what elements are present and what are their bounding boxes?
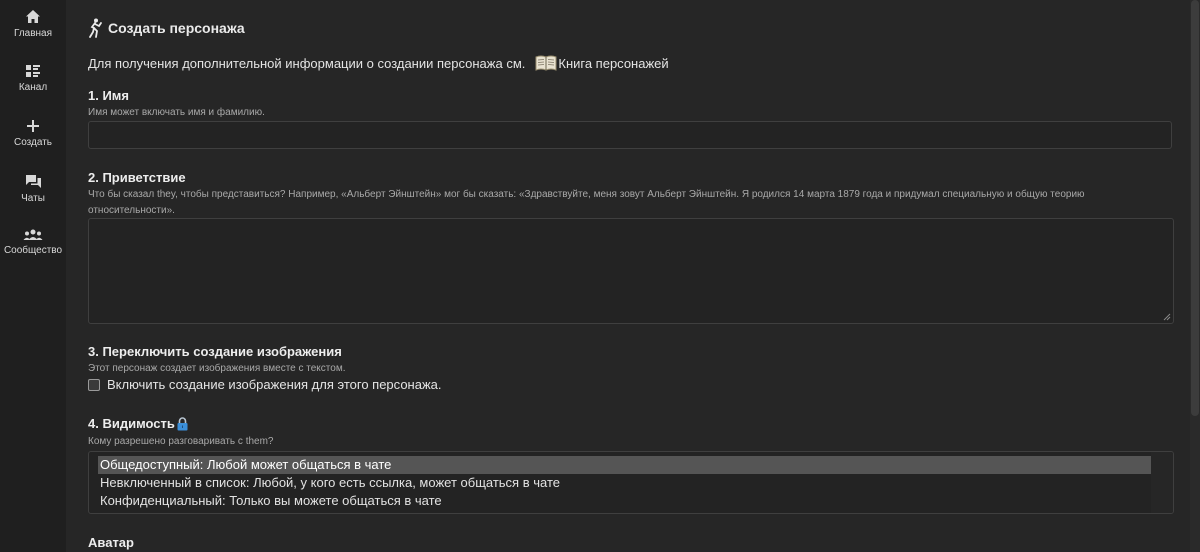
character-book-link[interactable]: Книга персонажей: [535, 55, 669, 71]
sidebar-item-home[interactable]: Главная: [0, 9, 66, 39]
page-title-text: Создать персонажа: [108, 20, 245, 36]
greeting-hint-line2: относительности».: [88, 205, 175, 216]
info-text: Для получения дополнительной информации …: [88, 55, 526, 71]
listbox-scrollbar[interactable]: [1151, 452, 1173, 513]
sidebar-item-label: Канал: [18, 82, 48, 93]
home-icon: [26, 10, 40, 23]
book-link-label: Книга персонажей: [558, 55, 669, 71]
visibility-option-public[interactable]: Общедоступный: Любой может общаться в ча…: [98, 456, 1151, 474]
visibility-option-private[interactable]: Конфиденциальный: Только вы можете общат…: [98, 492, 1151, 510]
name-hint: Имя может включать имя и фамилию.: [88, 107, 265, 118]
image-gen-checkbox-label: Включить создание изображения для этого …: [107, 377, 442, 392]
image-gen-hint: Этот персонаж создает изображения вместе…: [88, 363, 346, 374]
dancer-icon: [89, 18, 102, 38]
page-scroll-thumb[interactable]: [1191, 0, 1199, 416]
sidebar-item-label: Главная: [13, 28, 53, 39]
sidebar-item-community[interactable]: Сообщество: [0, 229, 66, 256]
sidebar-item-chats[interactable]: Чаты: [0, 174, 66, 204]
lock-icon: [177, 416, 188, 430]
community-icon: [23, 229, 43, 240]
page-scrollbar[interactable]: [1190, 0, 1200, 552]
info-line: Для получения дополнительной информации …: [88, 55, 669, 71]
visibility-title-text: 4. Видимость: [88, 416, 175, 431]
visibility-listbox[interactable]: Общедоступный: Любой может общаться в ча…: [88, 451, 1174, 514]
feed-icon: [26, 65, 40, 77]
create-character-form: Создать персонажа Для получения дополнит…: [88, 0, 1174, 552]
sidebar-item-label: Чаты: [21, 193, 45, 204]
sidebar-item-feed[interactable]: Канал: [0, 64, 66, 93]
avatar-section-title: Аватар: [88, 535, 134, 550]
image-gen-section-title: 3. Переключить создание изображения: [88, 344, 342, 359]
sidebar-item-create[interactable]: Создать: [0, 119, 66, 148]
image-gen-checkbox[interactable]: [88, 378, 100, 391]
visibility-hint: Кому разрешено разговаривать с them?: [88, 436, 274, 447]
page-title: Создать персонажа: [88, 17, 245, 39]
book-icon: [535, 55, 557, 71]
greeting-textarea[interactable]: [88, 218, 1174, 324]
plus-icon: [27, 120, 39, 132]
sidebar: Главная Канал Создать Чаты Сообщество: [0, 0, 66, 552]
greeting-hint-line1: Что бы сказал they, чтобы представиться?…: [88, 189, 1085, 200]
name-input[interactable]: [88, 121, 1172, 149]
resize-grip-icon[interactable]: [1163, 313, 1171, 321]
visibility-section-title: 4. Видимость: [88, 416, 189, 431]
greeting-section-title: 2. Приветствие: [88, 170, 186, 185]
sidebar-item-label: Создать: [13, 137, 52, 148]
sidebar-item-label: Сообщество: [3, 245, 63, 256]
chat-icon: [25, 175, 41, 188]
name-section-title: 1. Имя: [88, 88, 129, 103]
image-gen-checkbox-row[interactable]: Включить создание изображения для этого …: [88, 377, 442, 392]
visibility-option-unlisted[interactable]: Невключенный в список: Любой, у кого ест…: [98, 474, 1151, 492]
